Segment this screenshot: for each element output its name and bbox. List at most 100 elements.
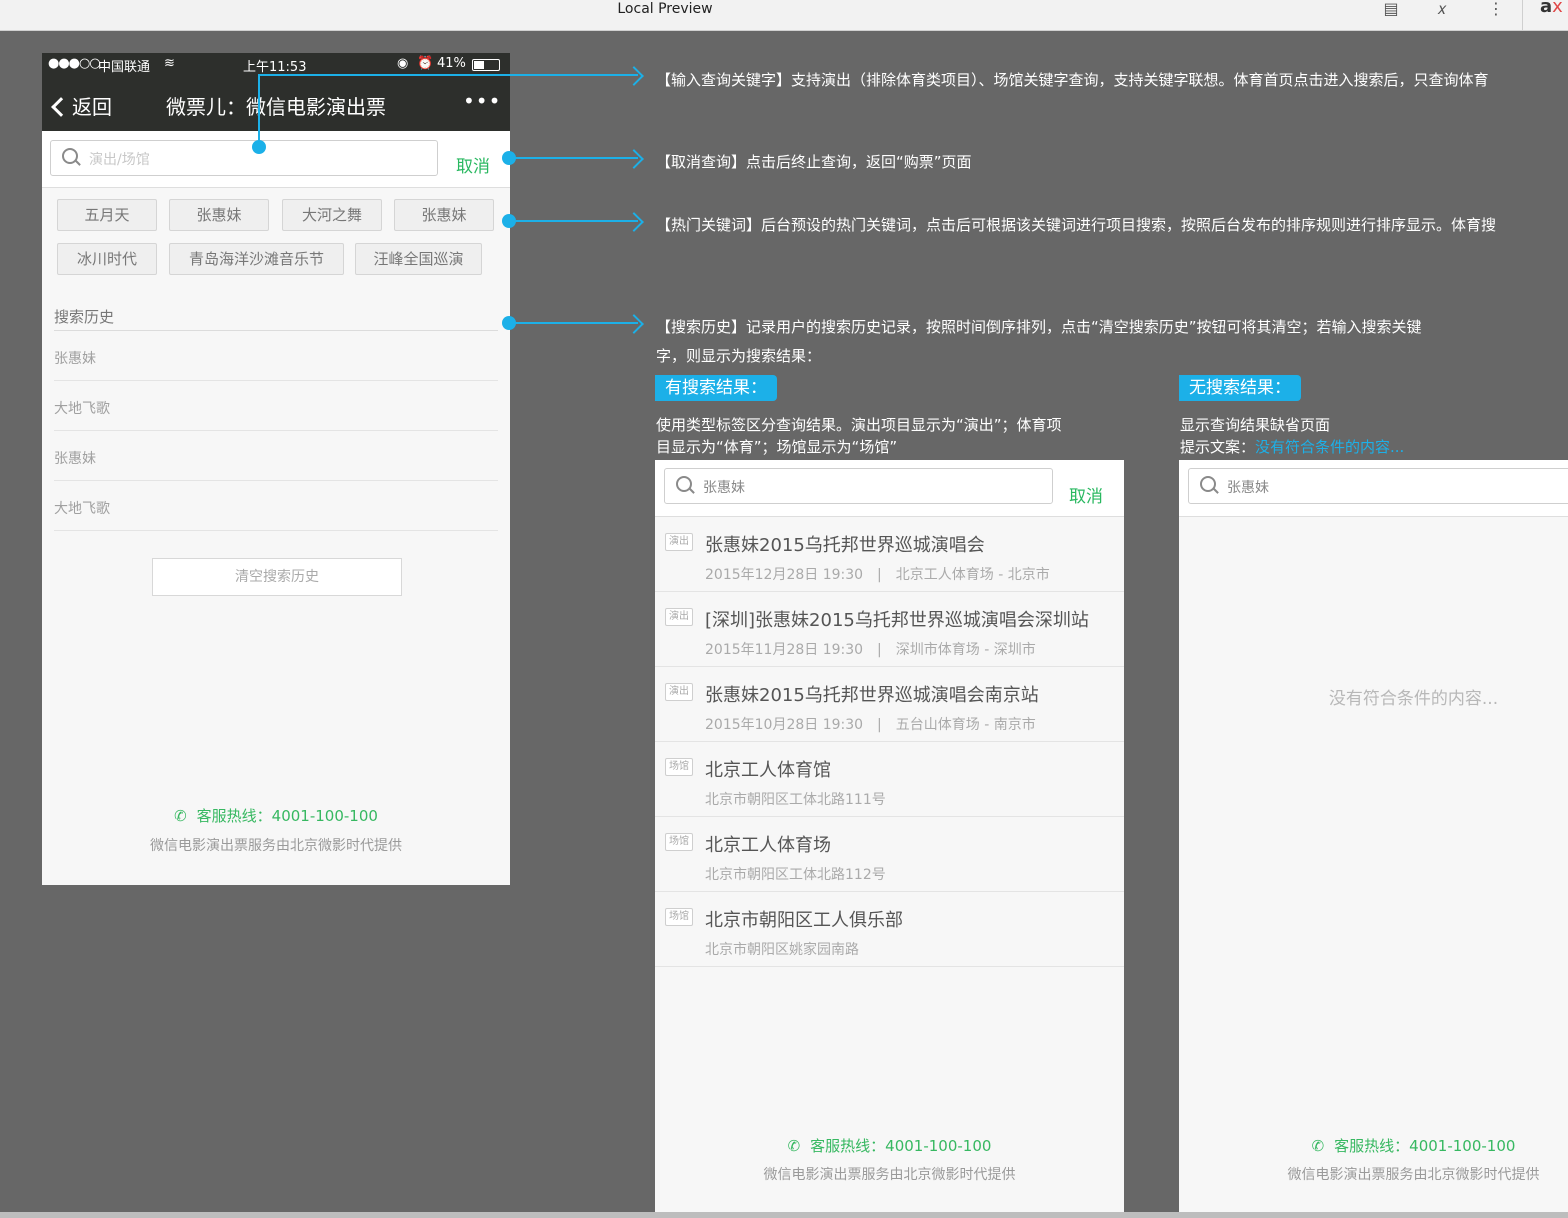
variable-icon[interactable]: 𝑥	[1432, 0, 1452, 20]
clear-history-button[interactable]: 清空搜索历史	[152, 558, 402, 596]
history-item[interactable]: 张惠妹	[54, 431, 498, 481]
result-name: 北京市朝阳区工人俱乐部	[705, 910, 903, 931]
cancel-button[interactable]: 取消	[456, 152, 490, 177]
chevron-left-icon	[51, 97, 71, 117]
with-results-badge: 有搜索结果：	[655, 375, 777, 401]
hot-tag[interactable]: 冰川时代	[57, 243, 157, 275]
hotline-text: 客服热线：4001-100-100	[1334, 1137, 1516, 1155]
footer-note: 微信电影演出票服务由北京微影时代提供	[150, 838, 402, 854]
with-results-desc-line1: 使用类型标签区分查询结果。演出项目显示为“演出”；体育项	[656, 416, 1062, 434]
phone-icon: ✆	[787, 1137, 801, 1155]
arrow-icon	[624, 212, 644, 232]
nav-title: 微票儿：微信电影演出票	[166, 95, 386, 119]
result-name: 张惠妹2015乌托邦世界巡城演唱会南京站	[705, 685, 1039, 706]
back-label: 返回	[72, 95, 112, 119]
result-item[interactable]: 演出 [深圳]张惠妹2015乌托邦世界巡城演唱会深圳站 2015年11月28日 …	[655, 592, 1124, 667]
hot-tag[interactable]: 张惠妹	[169, 199, 269, 231]
annotation-history-line1: 【搜索历史】记录用户的搜索历史记录，按照时间倒序排列，点击“清空搜索历史”按钮可…	[656, 318, 1422, 336]
status-time: 上午11:53	[243, 60, 307, 75]
result-name: 北京工人体育场	[705, 835, 831, 856]
hot-tag[interactable]: 张惠妹	[394, 199, 494, 231]
result-item[interactable]: 场馆 北京工人体育馆 北京市朝阳区工体北路111号	[655, 742, 1124, 817]
search-input[interactable]: 张惠妹	[1188, 468, 1568, 504]
nav-bar: 返回 微票儿：微信电影演出票 •••	[42, 77, 510, 131]
result-item[interactable]: 演出 张惠妹2015乌托邦世界巡城演唱会 2015年12月28日 19:30 |…	[655, 517, 1124, 592]
search-icon	[1200, 476, 1216, 492]
arrow-icon	[624, 66, 644, 86]
hotline[interactable]: ✆ 客服热线：4001-100-100	[655, 1135, 1124, 1156]
phone-search-page: ●●●○○ 中国联通 ≋ 上午11:53 ◉ ⏰ 41% 返回 微票儿：微信电影…	[42, 53, 510, 885]
annotation-history-line2: 字，则显示为搜索结果：	[656, 347, 822, 365]
result-item[interactable]: 场馆 北京工人体育场 北京市朝阳区工体北路112号	[655, 817, 1124, 892]
result-item[interactable]: 演出 张惠妹2015乌托邦世界巡城演唱会南京站 2015年10月28日 19:3…	[655, 667, 1124, 742]
empty-state-text: 没有符合条件的内容...	[1328, 689, 1499, 709]
history-item[interactable]: 大地飞歌	[54, 381, 498, 431]
hot-tag[interactable]: 青岛海洋沙滩音乐节	[169, 243, 344, 275]
signal-dots: ●●●○○	[48, 56, 101, 71]
result-sub: 北京市朝阳区姚家园南路	[705, 942, 859, 958]
arrow-icon	[624, 149, 644, 169]
battery-icon	[472, 59, 500, 71]
no-results-desc-line1: 显示查询结果缺省页面	[1180, 416, 1331, 434]
more-vertical-icon[interactable]: ⋮	[1486, 0, 1506, 20]
result-sub: 2015年12月28日 19:30 | 北京工人体育场 - 北京市	[705, 567, 1050, 583]
search-input[interactable]: 张惠妹	[664, 468, 1053, 504]
type-label: 场馆	[665, 908, 693, 926]
wifi-icon: ≋	[164, 56, 175, 71]
search-value: 张惠妹	[703, 480, 745, 496]
no-results-desc-line2: 提示文案：没有符合条件的内容...	[1180, 438, 1405, 456]
search-icon	[676, 476, 692, 492]
hot-tag[interactable]: 五月天	[57, 199, 157, 231]
anchor-dot	[252, 140, 266, 154]
history-title: 搜索历史	[54, 306, 498, 331]
arrow-icon	[624, 314, 644, 334]
cancel-button[interactable]: 取消	[1069, 482, 1103, 507]
result-name: 北京工人体育馆	[705, 760, 831, 781]
result-sub: 2015年11月28日 19:30 | 深圳市体育场 - 深圳市	[705, 642, 1036, 658]
connector-vertical	[258, 74, 260, 148]
hot-tag[interactable]: 大河之舞	[282, 199, 382, 231]
phone-icon: ✆	[174, 807, 187, 825]
type-label: 演出	[665, 533, 693, 551]
search-icon	[62, 148, 78, 164]
phone-no-results-page: 张惠妹 没有符合条件的内容... ✆ 客服热线：4001-100-100 微信电影…	[1179, 460, 1568, 1218]
search-row: 演出/场馆 取消	[42, 131, 510, 188]
type-label: 场馆	[665, 833, 693, 851]
axure-logo: ax	[1540, 0, 1563, 17]
search-input[interactable]: 演出/场馆	[50, 140, 438, 176]
with-results-desc-line2: 目显示为“体育”；场馆显示为“场馆”	[656, 438, 898, 456]
horizontal-scrollbar[interactable]	[0, 1212, 1568, 1218]
carrier: 中国联通	[98, 60, 151, 75]
rotation-lock-icon: ◉	[397, 56, 409, 71]
connector-line	[510, 157, 638, 159]
document-icon[interactable]: ▤	[1381, 0, 1401, 20]
result-sub: 2015年10月28日 19:30 | 五台山体育场 - 南京市	[705, 717, 1036, 733]
search-row: 张惠妹 取消	[655, 460, 1124, 517]
connector-line	[510, 322, 638, 324]
battery-text: 41%	[437, 56, 466, 71]
result-sub: 北京市朝阳区工体北路112号	[705, 867, 886, 883]
annotation-cancel: 【取消查询】点击后终止查询，返回“购票”页面	[656, 153, 972, 171]
phone-icon: ✆	[1311, 1137, 1325, 1155]
hot-tag[interactable]: 汪峰全国巡演	[355, 243, 482, 275]
annotation-search-keyword: 【输入查询关键字】支持演出（排除体育类项目）、场馆关键字查询，支持关键字联想。体…	[656, 71, 1489, 89]
toolbar-divider	[1522, 0, 1523, 30]
hotline[interactable]: ✆ 客服热线：4001-100-100	[42, 805, 510, 826]
result-item[interactable]: 场馆 北京市朝阳区工人俱乐部 北京市朝阳区姚家园南路	[655, 892, 1124, 967]
hint-text-link: 没有符合条件的内容...	[1255, 438, 1405, 456]
footer-note: 微信电影演出票服务由北京微影时代提供	[763, 1167, 1016, 1183]
result-sub: 北京市朝阳区工体北路111号	[705, 792, 886, 808]
connector-line	[258, 74, 638, 76]
search-placeholder: 演出/场馆	[89, 152, 150, 168]
hotline[interactable]: ✆ 客服热线：4001-100-100	[1179, 1135, 1568, 1156]
type-label: 演出	[665, 608, 693, 626]
more-icon[interactable]: •••	[463, 89, 501, 113]
back-button[interactable]: 返回	[51, 91, 112, 120]
hotline-text: 客服热线：4001-100-100	[196, 807, 378, 825]
annotation-hot-keywords: 【热门关键词】后台预设的热门关键词，点击后可根据该关键词进行项目搜索，按照后台发…	[656, 216, 1497, 234]
history-item[interactable]: 张惠妹	[54, 331, 498, 381]
history-item[interactable]: 大地飞歌	[54, 481, 498, 531]
search-value: 张惠妹	[1227, 480, 1269, 496]
type-label: 场馆	[665, 758, 693, 776]
footer-note: 微信电影演出票服务由北京微影时代提供	[1287, 1167, 1540, 1183]
